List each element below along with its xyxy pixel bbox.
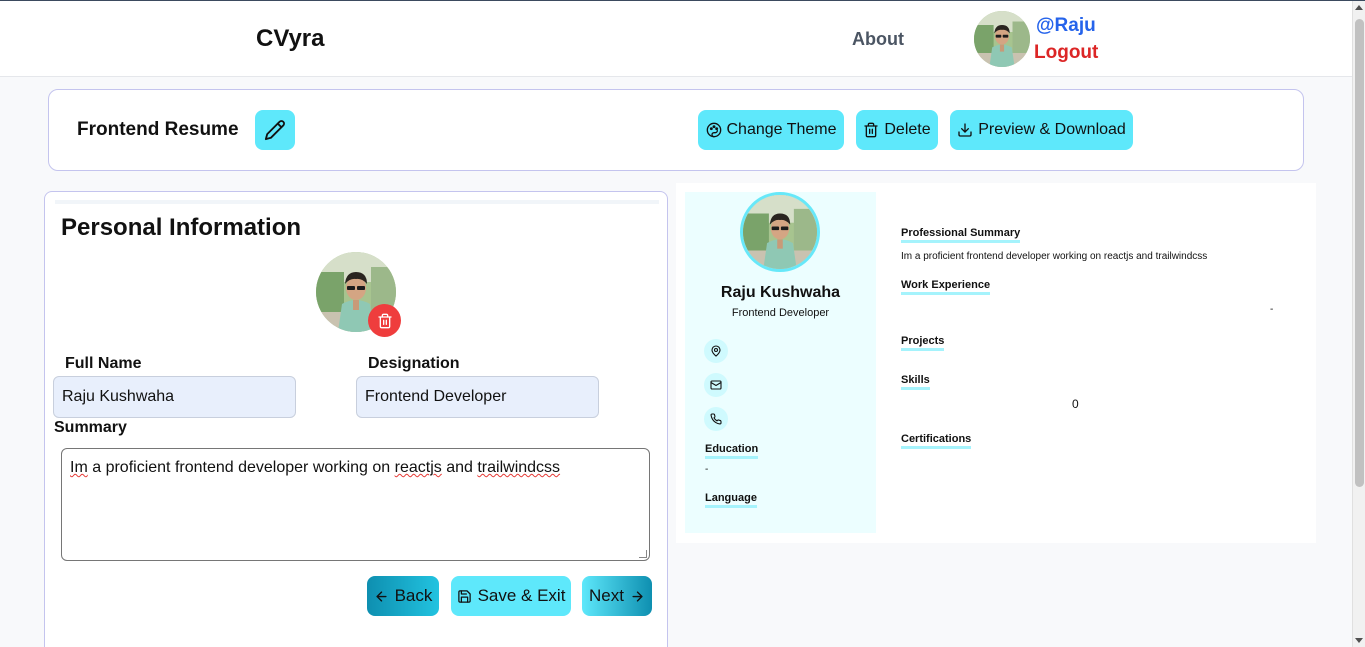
- save-icon: [457, 589, 471, 603]
- brand-logo[interactable]: CVyra: [256, 25, 324, 53]
- preview-certifications-heading: Certifications: [901, 433, 972, 449]
- form-progress-bar: [55, 200, 659, 204]
- preview-summary-text: Im a proficient frontend developer worki…: [901, 251, 1208, 262]
- edit-title-button[interactable]: [255, 110, 295, 150]
- palette-icon: [706, 122, 721, 138]
- preview-sidebar: Raju Kushwaha Frontend Developer Educati…: [685, 192, 876, 533]
- full-name-label: Full Name: [65, 355, 142, 372]
- preview-download-label: Preview & Download: [978, 121, 1126, 138]
- scroll-thumb[interactable]: [1355, 19, 1364, 487]
- preview-skills-value: 0: [1072, 397, 1079, 411]
- back-button[interactable]: Back: [367, 576, 439, 616]
- scroll-up-arrow[interactable]: [1355, 5, 1363, 10]
- resume-preview: Raju Kushwaha Frontend Developer Educati…: [676, 183, 1316, 543]
- page-scrollbar[interactable]: [1352, 1, 1365, 647]
- preview-work-heading: Work Experience: [901, 279, 991, 295]
- save-exit-label: Save & Exit: [477, 586, 566, 605]
- spellcheck-word: reactjs: [394, 459, 442, 476]
- preview-work-value: -: [1270, 304, 1274, 315]
- form-title: Personal Information: [61, 214, 302, 241]
- username-label: @Raju: [1036, 15, 1096, 36]
- preview-name: Raju Kushwaha: [720, 284, 841, 301]
- preview-photo: [740, 192, 820, 272]
- personal-info-form: Personal Information Full Name Designati…: [44, 191, 668, 647]
- arrow-left-icon: [376, 590, 387, 602]
- summary-label: Summary: [54, 419, 127, 436]
- logout-link[interactable]: Logout: [1034, 42, 1098, 64]
- delete-label: Delete: [884, 121, 931, 138]
- download-icon: [958, 123, 972, 137]
- spellcheck-word: Im: [70, 459, 88, 476]
- textarea-resize-handle[interactable]: [639, 550, 647, 558]
- designation-input[interactable]: [356, 376, 599, 418]
- delete-resume-button[interactable]: Delete: [856, 110, 938, 150]
- spellcheck-word: trailwindcss: [477, 459, 561, 476]
- trash-icon: [864, 122, 879, 138]
- preview-download-button[interactable]: Preview & Download: [950, 110, 1133, 150]
- preview-education-value: -: [705, 464, 709, 475]
- back-label: Back: [394, 586, 433, 605]
- pencil-icon: [264, 120, 285, 141]
- resume-toolbar: Frontend Resume Change Theme Delete Prev…: [48, 89, 1304, 171]
- navbar: CVyra About @Raju Logout: [0, 1, 1352, 77]
- change-theme-label: Change Theme: [726, 121, 837, 138]
- designation-label: Designation: [368, 355, 460, 372]
- map-pin-icon: [704, 339, 728, 363]
- summary-text: and: [441, 459, 478, 476]
- next-button[interactable]: Next: [582, 576, 652, 616]
- full-name-input[interactable]: [53, 376, 296, 418]
- summary-text: a proficient frontend developer working …: [87, 459, 395, 476]
- change-theme-button[interactable]: Change Theme: [698, 110, 844, 150]
- preview-role: Frontend Developer: [731, 307, 830, 319]
- next-label: Next: [589, 586, 624, 605]
- resume-title: Frontend Resume: [77, 119, 239, 140]
- summary-textarea[interactable]: Im a proficient frontend developer worki…: [61, 448, 650, 561]
- user-avatar[interactable]: [974, 11, 1030, 67]
- scroll-down-arrow[interactable]: [1355, 638, 1363, 643]
- preview-language-heading: Language: [705, 492, 757, 508]
- preview-education-heading: Education: [705, 443, 759, 459]
- preview-projects-heading: Projects: [901, 335, 945, 351]
- mail-icon: [704, 373, 728, 397]
- trash-icon: [377, 313, 392, 328]
- phone-icon: [704, 407, 728, 431]
- save-exit-button[interactable]: Save & Exit: [451, 576, 571, 616]
- delete-photo-button[interactable]: [368, 304, 401, 337]
- arrow-right-icon: [632, 590, 643, 602]
- preview-summary-heading: Professional Summary: [901, 227, 1021, 243]
- about-link[interactable]: About: [852, 29, 904, 50]
- preview-skills-heading: Skills: [901, 374, 930, 390]
